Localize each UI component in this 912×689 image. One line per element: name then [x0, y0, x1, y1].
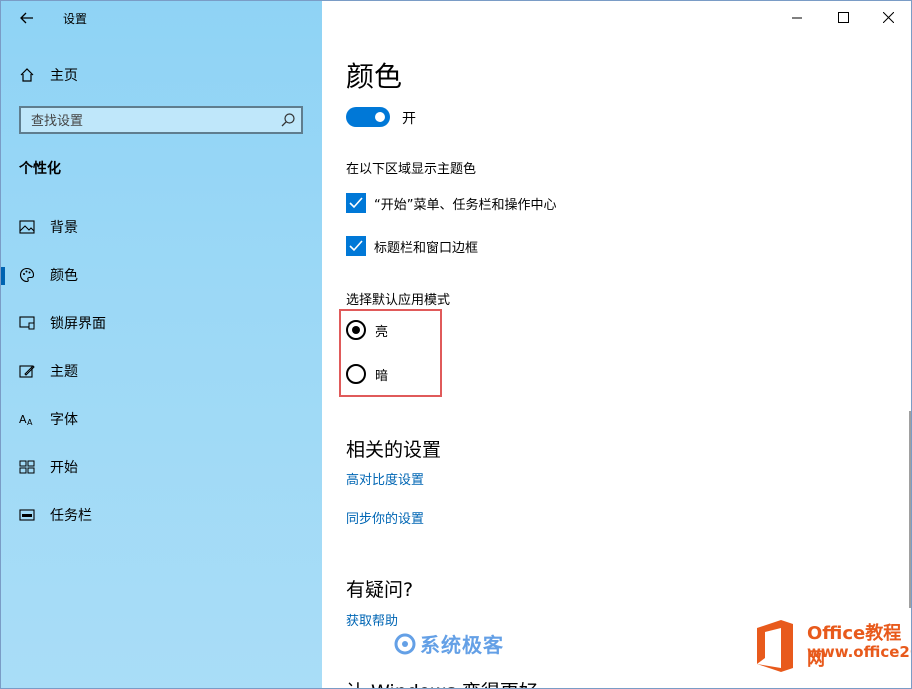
question-heading: 有疑问?	[346, 579, 414, 601]
taskbar-icon	[18, 506, 36, 524]
watermark-site-text: 系统极客	[420, 633, 504, 657]
back-arrow-icon	[20, 12, 33, 24]
close-button[interactable]	[865, 1, 911, 33]
sidebar-item-label: 背景	[50, 220, 78, 236]
sidebar-item-lock-screen[interactable]: 锁屏界面	[1, 303, 322, 343]
start-taskbar-checkbox[interactable]	[346, 193, 366, 213]
related-settings-heading: 相关的设置	[346, 439, 442, 461]
start-icon	[18, 458, 36, 476]
app-mode-label: 选择默认应用模式	[346, 293, 451, 308]
sidebar-item-label: 主页	[50, 68, 78, 84]
sidebar-item-taskbar[interactable]: 任务栏	[1, 495, 322, 535]
checkmark-icon	[349, 240, 363, 252]
color-toggle-switch[interactable]	[346, 107, 390, 127]
toggle-knob	[375, 112, 385, 122]
feedback-heading: 让 Windows 变得更好	[346, 677, 538, 688]
accent-surfaces-label: 在以下区域显示主题色	[346, 162, 477, 177]
maximize-button[interactable]	[820, 1, 866, 33]
sidebar-item-label: 锁屏界面	[50, 316, 106, 332]
page-title: 颜色	[346, 60, 403, 93]
title-bar-checkbox[interactable]	[346, 236, 366, 256]
back-button[interactable]	[15, 7, 39, 29]
scrollbar[interactable]	[909, 411, 911, 621]
sidebar-item-label: 主题	[50, 364, 78, 380]
sidebar: 设置 主页 个性化 背景 颜色	[1, 1, 322, 688]
search-icon[interactable]	[280, 112, 296, 128]
toggle-state-label: 开	[402, 111, 416, 127]
search-input[interactable]	[29, 111, 273, 131]
watermark-site: 系统极客	[394, 629, 504, 658]
sidebar-item-label: 颜色	[50, 268, 78, 284]
start-taskbar-checkbox-row[interactable]: “开始”菜单、任务栏和操作中心	[346, 192, 556, 214]
sync-settings-link[interactable]: 同步你的设置	[346, 508, 424, 527]
sidebar-item-colors[interactable]: 颜色	[1, 255, 322, 295]
font-icon: AA	[18, 410, 36, 428]
sidebar-item-label: 字体	[50, 412, 78, 428]
main-content: 颜色 开 在以下区域显示主题色 “开始”菜单、任务栏和操作中心 标题栏和窗口边框…	[322, 1, 911, 688]
sidebar-item-start[interactable]: 开始	[1, 447, 322, 487]
palette-icon	[18, 266, 36, 284]
minimize-button[interactable]	[774, 1, 820, 33]
search-box[interactable]	[19, 106, 303, 134]
sidebar-item-label: 任务栏	[50, 508, 92, 524]
watermark-logo-icon	[394, 633, 416, 654]
sidebar-item-background[interactable]: 背景	[1, 207, 322, 247]
theme-icon	[18, 362, 36, 380]
sidebar-item-fonts[interactable]: AA 字体	[1, 399, 322, 439]
maximize-icon	[837, 11, 849, 23]
sidebar-item-label: 开始	[50, 460, 78, 476]
image-icon	[18, 218, 36, 236]
office-logo-icon	[757, 620, 793, 672]
sidebar-item-home[interactable]: 主页	[1, 55, 322, 95]
checkbox-label: “开始”菜单、任务栏和操作中心	[374, 197, 557, 213]
checkmark-icon	[349, 197, 363, 209]
section-title: 个性化	[19, 161, 61, 177]
svg-text:A: A	[27, 418, 33, 426]
minimize-icon	[791, 17, 802, 18]
app-title: 设置	[63, 12, 88, 26]
home-icon	[18, 66, 36, 84]
lock-screen-icon	[18, 314, 36, 332]
high-contrast-link[interactable]: 高对比度设置	[346, 469, 424, 488]
svg-text:A: A	[19, 413, 27, 426]
watermark-office: Office教程网 www.office26.com	[743, 608, 911, 688]
watermark-office-url: www.office26.com	[807, 643, 911, 661]
checkbox-label: 标题栏和窗口边框	[374, 240, 479, 256]
get-help-link[interactable]: 获取帮助	[346, 610, 398, 629]
sidebar-item-themes[interactable]: 主题	[1, 351, 322, 391]
settings-window: 设置 主页 个性化 背景 颜色	[0, 0, 912, 689]
close-icon	[882, 11, 894, 23]
title-bar-checkbox-row[interactable]: 标题栏和窗口边框	[346, 235, 478, 257]
highlight-annotation	[339, 309, 442, 397]
